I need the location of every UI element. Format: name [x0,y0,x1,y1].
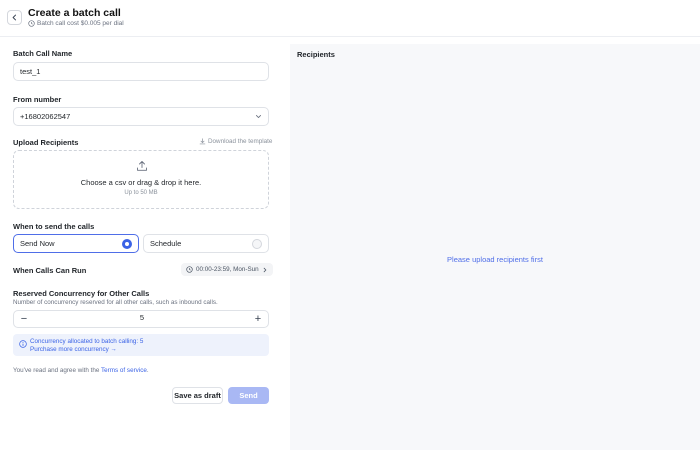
cost-note: Batch call cost $0.005 per dial [28,20,124,27]
cost-note-text: Batch call cost $0.005 per dial [37,20,124,27]
download-icon [199,138,206,145]
decrement-button[interactable]: − [15,311,33,327]
chevron-right-icon [263,267,266,272]
upload-icon [137,161,147,171]
from-number-value: +16802062547 [20,112,71,121]
dropzone-size-limit: Up to 50 MB [124,190,158,196]
radio-unselected-icon [252,239,262,249]
recipients-empty-state: Please upload recipients first [447,255,543,264]
run-window-label: When Calls Can Run [13,266,87,275]
concurrency-allocated-text: Concurrency allocated to batch calling: … [30,337,144,345]
download-template-text: Download the template [208,138,273,145]
download-template-link[interactable]: Download the template [199,138,272,145]
purchase-concurrency-link[interactable]: Purchase more concurrency → [30,346,117,353]
back-button[interactable] [7,10,22,25]
concurrency-input[interactable] [134,313,150,322]
batch-call-form: Batch Call Name test_1 From number +1680… [0,37,282,450]
from-number-label: From number [13,95,62,104]
terms-of-service-link[interactable]: Terms of service [101,367,147,374]
concurrency-stepper: − + [13,310,269,328]
batch-name-value: test_1 [20,67,41,76]
batch-name-input[interactable]: test_1 [13,62,269,81]
when-to-send-label: When to send the calls [13,222,95,231]
page-header: Create a batch call Batch call cost $0.0… [0,0,700,37]
from-number-select[interactable]: +16802062547 [13,107,269,126]
plus-icon: + [254,313,262,325]
send-now-label: Send Now [20,239,55,248]
upload-label: Upload Recipients [13,138,79,147]
clock-icon [186,266,193,273]
chevron-down-icon [255,115,262,118]
increment-button[interactable]: + [249,311,267,327]
concurrency-description: Number of concurrency reserved for all o… [13,299,218,306]
schedule-option[interactable]: Schedule [143,234,269,253]
save-as-draft-button[interactable]: Save as draft [172,387,223,404]
page-title: Create a batch call [28,7,121,19]
terms-notice: You've read and agree with the Terms of … [13,367,149,374]
clock-icon [28,20,35,27]
recipients-panel: Recipients Please upload recipients firs… [290,44,700,450]
chevron-left-icon [12,14,17,21]
terms-prefix: You've read and agree with the [13,367,102,374]
batch-name-label: Batch Call Name [13,49,73,58]
radio-selected-icon [122,239,132,249]
upload-dropzone[interactable]: Choose a csv or drag & drop it here. Up … [13,150,269,209]
terms-suffix: . [146,367,149,374]
minus-icon: − [20,313,28,325]
dropzone-instruction: Choose a csv or drag & drop it here. [80,178,202,187]
concurrency-label: Reserved Concurrency for Other Calls [13,289,150,298]
run-window-value: 00:00-23:59, Mon-Sun [196,266,259,273]
schedule-label: Schedule [150,239,182,248]
send-button[interactable]: Send [228,387,269,404]
info-icon [19,340,27,348]
concurrency-info-banner: Concurrency allocated to batch calling: … [13,334,269,356]
send-now-option[interactable]: Send Now [13,234,139,253]
recipients-title: Recipients [297,50,335,59]
run-window-selector[interactable]: 00:00-23:59, Mon-Sun [181,263,273,276]
